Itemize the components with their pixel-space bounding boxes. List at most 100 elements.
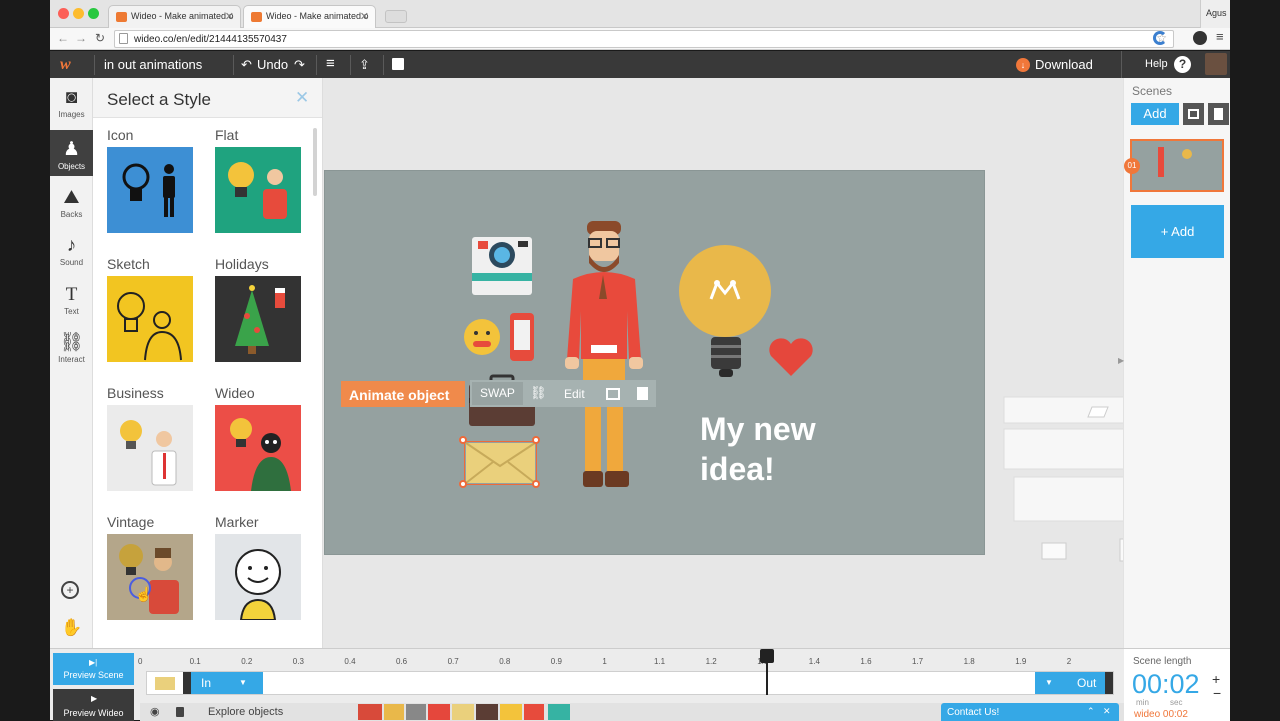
resize-handle[interactable] [459,436,467,444]
headline-text[interactable]: My new idea! [700,409,816,489]
close-tab-icon[interactable]: ✕ [360,10,369,23]
library-item[interactable] [524,704,544,720]
rail-item-interact[interactable]: ⛓ Interact [50,323,93,369]
explore-objects-link[interactable]: Explore objects [208,706,283,718]
panel-scrollbar[interactable] [313,128,317,196]
back-icon[interactable]: ← [57,31,69,45]
style-card-vintage[interactable]: Vintage ☝ [107,514,195,620]
phone-object[interactable] [509,312,535,362]
selection-box[interactable] [464,441,537,485]
envelope-object[interactable] [465,442,536,484]
library-item[interactable] [500,704,522,720]
close-tab-icon[interactable]: ✕ [225,10,234,23]
eye-icon[interactable]: ◉ [150,705,160,718]
style-card-flat[interactable]: Flat [215,127,303,233]
rail-item-images[interactable]: ◙ Images [50,78,93,124]
preview-scene-button[interactable]: ▶| Preview Scene [53,653,134,685]
reload-icon[interactable]: ↻ [95,31,105,45]
browser-tab-2[interactable]: Wideo - Make animated o ✕ [243,5,376,28]
style-card-marker[interactable]: Marker [215,514,303,620]
drag-handle[interactable] [183,672,191,694]
link-icon[interactable]: ⛓ [530,385,547,401]
add-scene-button[interactable]: Add [1131,103,1179,125]
preview-wideo-button[interactable]: ▶ Preview Wideo [53,689,134,721]
style-card-sketch[interactable]: Sketch [107,256,195,362]
profile-name[interactable]: Agus [1200,0,1230,28]
scene-thumbnail[interactable] [1130,139,1224,192]
library-item[interactable] [428,704,450,720]
maximize-window-icon[interactable] [88,8,99,19]
resize-handle[interactable] [532,480,540,488]
edit-button[interactable]: Edit [564,387,585,401]
chevron-down-icon[interactable]: ▼ [239,678,247,687]
heart-object[interactable] [767,336,815,378]
rail-item-objects[interactable]: ♟ Objects [50,130,93,176]
add-new-scene-button[interactable]: + Add [1131,205,1224,258]
new-tab-button[interactable] [385,10,407,23]
character-object[interactable] [557,219,653,491]
resize-handle[interactable] [532,436,540,444]
close-window-icon[interactable] [58,8,69,19]
browser-tab-1[interactable]: Wideo - Make animated o ✕ [108,5,241,28]
scene-canvas[interactable]: My new idea! [324,170,985,555]
contact-us-widget[interactable]: Contact Us! ⌃ ✕ [941,703,1119,721]
drag-handle[interactable] [1105,672,1113,694]
project-name[interactable]: in out animations [104,57,202,72]
duplicate-scene-button[interactable] [1183,103,1204,125]
out-animation-segment[interactable]: ▼ Out [1035,672,1113,694]
style-card-holidays[interactable]: Holidays [215,256,303,362]
library-item[interactable] [452,704,474,720]
download-button[interactable]: Download [1035,57,1093,72]
timeline-ruler[interactable]: 00.10.20.30.40.60.70.80.911.11.21.31.41.… [138,649,1124,669]
chevron-up-icon[interactable]: ⌃ [1087,706,1095,717]
collapse-arrow-icon[interactable]: ▶ [1118,356,1124,365]
lightbulb-object[interactable] [677,243,777,381]
rail-item-sound[interactable]: ♪ Sound [50,226,93,272]
download-icon[interactable]: ↓ [1016,58,1030,72]
delete-scene-button[interactable] [1208,103,1229,125]
camera-object[interactable] [470,235,534,299]
rail-item-backs[interactable]: ⛰ Backs [50,178,93,224]
pan-hand-icon[interactable]: ✋ [61,618,82,638]
browser-menu-icon[interactable]: ≡ [1216,29,1224,44]
library-item[interactable] [406,704,426,720]
library-item[interactable] [548,704,570,720]
save-icon[interactable] [392,58,404,70]
decrease-length-icon[interactable]: − [1213,685,1221,701]
emoji-object[interactable] [462,317,502,357]
lock-icon[interactable] [176,707,184,717]
rail-item-text[interactable]: T Text [50,275,93,321]
trash-icon[interactable] [637,387,648,400]
extension-icon[interactable] [1193,31,1207,45]
url-field[interactable]: wideo.co/en/edit/21444135570437 ☆ [114,30,1174,48]
extension-icon[interactable] [1153,31,1167,45]
forward-icon[interactable]: → [75,31,87,45]
playhead-handle[interactable] [760,649,774,663]
help-label[interactable]: Help [1145,58,1168,70]
close-icon[interactable]: ✕ [295,88,309,108]
style-card-business[interactable]: Business [107,385,195,491]
undo-icon[interactable]: ↶ [241,57,252,73]
avatar[interactable] [1205,53,1227,75]
minimize-window-icon[interactable] [73,8,84,19]
zoom-in-icon[interactable]: + [61,581,79,599]
help-icon[interactable]: ? [1174,56,1191,73]
object-track[interactable]: In ▼ ▼ Out [146,671,1114,695]
library-item[interactable] [384,704,404,720]
wideo-logo[interactable]: w [60,56,71,74]
style-card-icon[interactable]: Icon [107,127,195,233]
close-icon[interactable]: ✕ [1103,706,1111,717]
style-card-wideo[interactable]: Wideo [215,385,303,491]
library-item[interactable] [358,704,382,720]
menu-icon[interactable]: ≡ [326,55,335,72]
in-animation-segment[interactable]: In ▼ [183,672,263,694]
library-item[interactable] [476,704,498,720]
scene-length-value[interactable]: 00:02 [1132,669,1200,700]
share-icon[interactable]: ⇪ [359,57,370,73]
redo-icon[interactable]: ↷ [294,57,305,73]
undo-button[interactable]: Undo [257,57,288,72]
duplicate-icon[interactable] [606,388,620,400]
swap-button[interactable]: SWAP [472,382,523,405]
resize-handle[interactable] [459,480,467,488]
animate-object-button[interactable]: Animate object [341,381,465,407]
